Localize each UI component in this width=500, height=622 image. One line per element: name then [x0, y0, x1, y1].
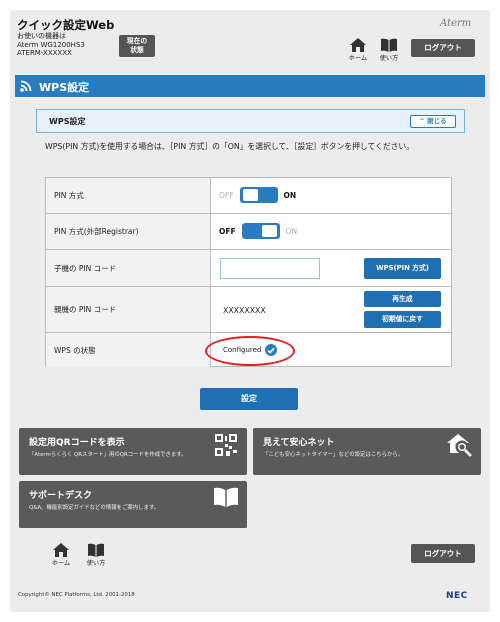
- footer-manual-label: 使い方: [86, 560, 106, 567]
- pin-external-off: OFF: [219, 226, 236, 236]
- banner-title: WPS設定: [39, 81, 90, 94]
- device-model: Aterm WG1200HS3: [17, 40, 85, 49]
- footer-home-button[interactable]: ホーム: [47, 543, 75, 567]
- panel-title: WPS設定: [49, 117, 86, 126]
- wps-panel-header: WPS設定 ^ 閉じる: [36, 109, 465, 133]
- reset-default-button[interactable]: 初期値に戻す: [364, 311, 441, 328]
- status-button-label: 現在の状態: [126, 37, 148, 54]
- pin-method-switch[interactable]: [239, 187, 278, 203]
- pin-external-switch[interactable]: [241, 223, 280, 239]
- table-row-pin-external: PIN 方式(外部Registrar) OFF ON: [46, 214, 451, 250]
- pin-method-on: ON: [283, 190, 297, 200]
- parent-pin-value: XXXXXXXX: [223, 306, 266, 315]
- pin-method-toggle[interactable]: OFF ON: [219, 187, 296, 203]
- footer-home-label: ホーム: [51, 560, 71, 567]
- wps-status-label: WPS の状態: [46, 333, 211, 367]
- chevron-up-icon: ^: [419, 117, 425, 125]
- status-button[interactable]: 現在の状態: [119, 35, 155, 57]
- qr-card-title: 設定用QRコードを表示: [29, 438, 125, 448]
- support-title: サポートデスク: [29, 491, 93, 501]
- home-icon: [350, 38, 366, 52]
- brand-logo: Aterm: [440, 18, 472, 29]
- home-icon: [53, 543, 69, 557]
- book-icon: [214, 487, 238, 507]
- qr-code-card[interactable]: 設定用QRコードを表示 「Atermらくらく QRスタート」用のQRコードを作成…: [19, 428, 247, 475]
- device-ssid: ATERM-XXXXXX: [17, 49, 72, 58]
- nec-logo: NEC: [446, 591, 468, 601]
- support-desc: Q&A、機能別設定ガイドなどの情報をご案内します。: [29, 505, 160, 511]
- regenerate-label: 再生成: [392, 295, 413, 303]
- parent-pin-label: 親機の PIN コード: [46, 287, 211, 332]
- child-pin-label: 子機の PIN コード: [46, 250, 211, 286]
- copyright: Copyright© NEC Platforms, Ltd. 2001-2018: [18, 592, 135, 598]
- pin-method-off: OFF: [219, 190, 234, 200]
- apply-setting-button[interactable]: 設定: [200, 388, 298, 410]
- reset-default-label: 初期値に戻す: [382, 315, 423, 323]
- footer-manual-button[interactable]: 使い方: [82, 543, 110, 567]
- pin-external-toggle[interactable]: OFF ON: [219, 223, 297, 239]
- page: クイック設定Web お使いの機器は Aterm WG1200HS3 ATERM-…: [0, 0, 500, 622]
- mieteanshin-title: 見えて安心ネット: [263, 438, 335, 448]
- device-info: お使いの機器は Aterm WG1200HS3 ATERM-XXXXXX: [17, 32, 85, 58]
- table-row-child-pin: 子機の PIN コード WPS(PIN 方式): [46, 250, 451, 287]
- book-icon: [88, 543, 104, 557]
- pin-external-on: ON: [285, 226, 298, 236]
- device-info-line1: お使いの機器は: [17, 32, 66, 40]
- pin-external-label: PIN 方式(外部Registrar): [46, 214, 211, 249]
- wireless-icon: [20, 80, 32, 92]
- manual-label: 使い方: [379, 55, 399, 62]
- home-button[interactable]: ホーム: [344, 38, 372, 62]
- support-desk-card[interactable]: サポートデスク Q&A、機能別設定ガイドなどの情報をご案内します。: [19, 481, 247, 528]
- pin-method-label: PIN 方式: [46, 178, 211, 213]
- wps-pin-button-label: WPS(PIN 方式): [376, 264, 429, 272]
- footer-logout-button[interactable]: ログアウト: [411, 544, 475, 563]
- mieteanshin-desc: 「こども安心ネットタイマー」などの設定はこちらから。: [263, 452, 404, 458]
- wps-pin-button[interactable]: WPS(PIN 方式): [364, 258, 441, 279]
- regenerate-button[interactable]: 再生成: [364, 291, 441, 307]
- table-row-pin-method: PIN 方式 OFF ON: [46, 178, 451, 214]
- highlight-ellipse: [205, 336, 295, 366]
- table-row-parent-pin: 親機の PIN コード XXXXXXXX 再生成 初期値に戻す: [46, 287, 451, 333]
- section-banner: WPS設定: [15, 75, 485, 97]
- house-search-icon: [447, 434, 472, 457]
- footer-logout-label: ログアウト: [424, 549, 462, 558]
- close-label: 閉じる: [427, 117, 447, 125]
- home-label: ホーム: [348, 55, 368, 62]
- logout-label: ログアウト: [424, 43, 462, 52]
- app-title: クイック設定Web: [17, 18, 115, 32]
- book-icon: [381, 38, 397, 52]
- apply-setting-label: 設定: [241, 394, 257, 403]
- close-panel-button[interactable]: ^ 閉じる: [410, 115, 456, 128]
- child-pin-input[interactable]: [220, 258, 320, 279]
- logout-button[interactable]: ログアウト: [411, 39, 475, 57]
- mieteanshin-card[interactable]: 見えて安心ネット 「こども安心ネットタイマー」などの設定はこちらから。: [253, 428, 481, 475]
- manual-button[interactable]: 使い方: [375, 38, 403, 62]
- panel-description: WPS(PIN 方式)を使用する場合は、［PIN 方式］の「ON」を選択して、［…: [45, 142, 415, 151]
- qr-card-desc: 「Atermらくらく QRスタート」用のQRコードを作成できます。: [29, 452, 187, 458]
- qr-code-icon: [215, 434, 237, 456]
